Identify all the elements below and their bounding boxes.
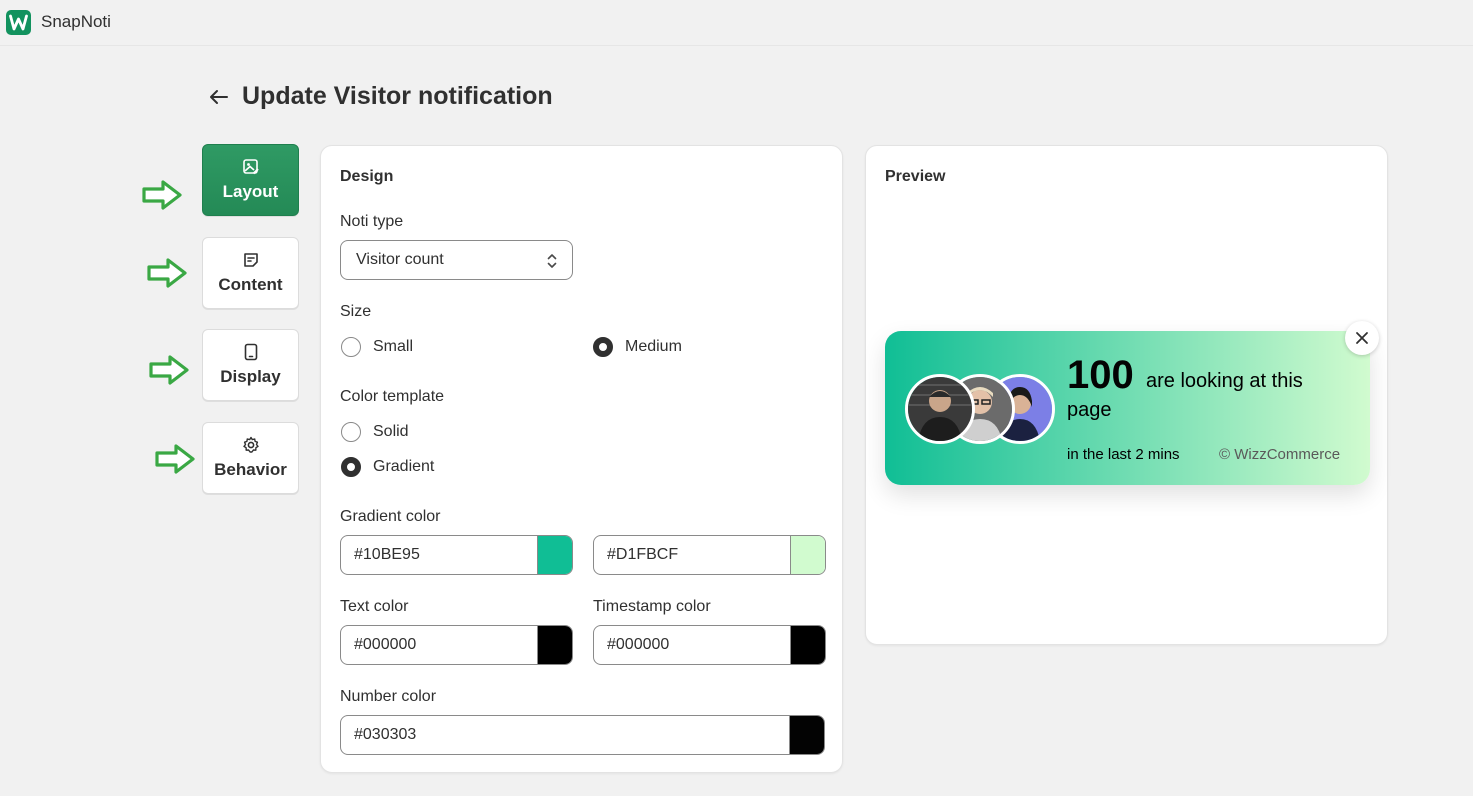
color-value: #10BE95 xyxy=(354,546,420,563)
gear-icon xyxy=(242,436,260,454)
text-color-input[interactable]: #000000 xyxy=(340,625,573,665)
annotation-arrow-icon xyxy=(149,355,189,385)
color-swatch[interactable] xyxy=(537,626,572,664)
chevron-up-down-icon xyxy=(547,254,557,268)
top-bar: SnapNoti xyxy=(0,0,1473,46)
number-color-label: Number color xyxy=(340,688,437,705)
radio-label: Gradient xyxy=(373,458,435,475)
gradient-color-label: Gradient color xyxy=(340,508,441,525)
notification-text: page xyxy=(1067,399,1112,421)
template-gradient-radio[interactable]: Gradient xyxy=(341,457,434,477)
close-icon xyxy=(1356,332,1368,344)
close-button[interactable] xyxy=(1345,321,1379,355)
notification-timestamp: in the last 2 mins xyxy=(1067,446,1180,463)
radio-dot xyxy=(341,457,361,477)
back-button[interactable] xyxy=(206,84,232,110)
size-medium-radio[interactable]: Medium xyxy=(593,337,682,357)
annotation-arrow-icon xyxy=(147,258,187,288)
number-color-input[interactable]: #030303 xyxy=(340,715,825,755)
noti-type-label: Noti type xyxy=(340,213,404,230)
page-title: Update Visitor notification xyxy=(242,82,553,110)
tab-layout[interactable]: Layout xyxy=(202,144,299,216)
tab-label: Layout xyxy=(222,182,279,201)
gradient-start-color-input[interactable]: #10BE95 xyxy=(340,535,573,575)
tab-behavior[interactable]: Behavior xyxy=(202,422,299,494)
color-swatch[interactable] xyxy=(790,626,825,664)
tab-label: Display xyxy=(220,367,281,386)
size-label: Size xyxy=(340,303,372,320)
tab-label: Content xyxy=(218,275,283,294)
radio-label: Solid xyxy=(373,423,409,440)
text-color-label: Text color xyxy=(340,598,409,615)
color-swatch[interactable] xyxy=(537,536,572,574)
noti-type-select[interactable]: Visitor count xyxy=(340,240,573,280)
notification-preview: 100 are looking at this page in the last… xyxy=(885,321,1379,485)
timestamp-color-label: Timestamp color xyxy=(593,598,711,615)
radio-dot xyxy=(341,337,361,357)
color-value: #000000 xyxy=(607,636,670,653)
radio-label: Small xyxy=(373,338,414,355)
radio-dot xyxy=(341,422,361,442)
color-value: #000000 xyxy=(354,636,417,653)
tab-display[interactable]: Display xyxy=(202,329,299,401)
color-value: #030303 xyxy=(354,726,417,743)
tab-label: Behavior xyxy=(214,460,287,479)
timestamp-color-input[interactable]: #000000 xyxy=(593,625,826,665)
color-swatch[interactable] xyxy=(790,536,825,574)
size-small-radio[interactable]: Small xyxy=(341,337,413,357)
color-template-label: Color template xyxy=(340,388,445,405)
tab-content[interactable]: Content xyxy=(202,237,299,309)
preview-title: Preview xyxy=(885,168,946,185)
avatar xyxy=(905,374,975,444)
radio-dot xyxy=(593,337,613,357)
annotation-arrow-icon xyxy=(155,444,195,474)
image-edit-icon xyxy=(242,158,260,176)
app-logo-icon xyxy=(6,10,31,35)
gradient-end-color-input[interactable]: #D1FBCF xyxy=(593,535,826,575)
noti-type-value: Visitor count xyxy=(356,251,444,268)
design-card: Design Noti type Visitor count Size Smal… xyxy=(320,145,843,773)
radio-label: Medium xyxy=(625,338,682,355)
notification-number: 100 xyxy=(1067,353,1134,397)
color-value: #D1FBCF xyxy=(607,546,679,563)
annotation-arrow-icon xyxy=(142,180,182,210)
tablet-icon xyxy=(242,343,260,361)
note-icon xyxy=(242,251,260,269)
template-solid-radio[interactable]: Solid xyxy=(341,422,409,442)
app-name: SnapNoti xyxy=(41,12,111,31)
design-title: Design xyxy=(340,168,394,185)
notification-text: are looking at this xyxy=(1146,370,1303,392)
preview-card: Preview 100 are looking at this page in … xyxy=(865,145,1388,645)
color-swatch[interactable] xyxy=(789,716,824,754)
notification-brand: © WizzCommerce xyxy=(1219,446,1341,463)
arrow-left-icon xyxy=(210,90,228,104)
